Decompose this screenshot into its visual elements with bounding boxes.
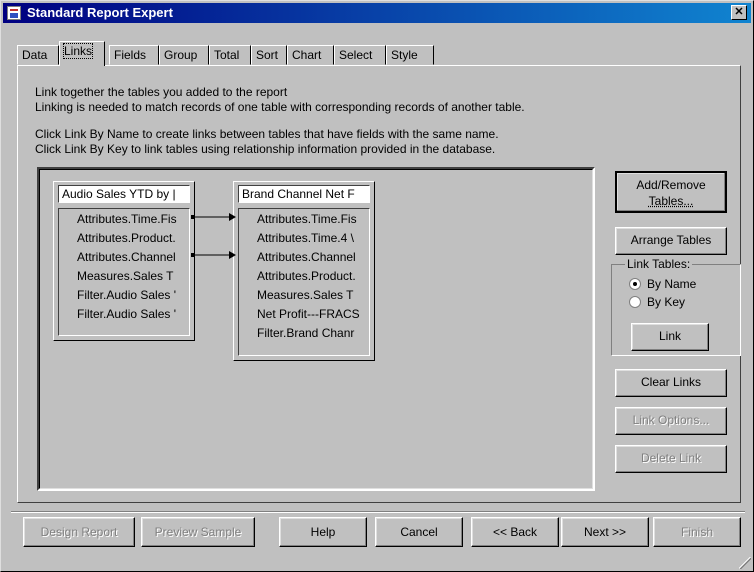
table-box-right[interactable]: Brand Channel Net F Attributes.Time.Fis … <box>233 181 375 361</box>
tab-label: Fields <box>114 48 147 62</box>
cancel-button[interactable]: Cancel <box>375 517 463 547</box>
tab-group[interactable]: Group <box>159 45 209 65</box>
tab-label: Select <box>339 48 373 62</box>
link-canvas[interactable]: Audio Sales YTD by | Attributes.Time.Fis… <box>37 167 595 491</box>
tab-total[interactable]: Total <box>209 45 251 65</box>
table-field[interactable]: Attributes.Channel <box>257 248 369 267</box>
table-box-left[interactable]: Audio Sales YTD by | Attributes.Time.Fis… <box>53 181 195 341</box>
radio-unselected-icon <box>629 296 641 308</box>
clear-links-button[interactable]: Clear Links <box>615 369 727 397</box>
tab-fields[interactable]: Fields <box>109 45 159 65</box>
title-bar[interactable]: Standard Report Expert ✕ <box>3 3 751 23</box>
by-key-label: By Key <box>647 295 686 309</box>
tab-label: Total <box>214 48 240 62</box>
tab-label: Links <box>62 43 94 59</box>
delete-link-button[interactable]: Delete Link <box>615 445 727 473</box>
tab-chart[interactable]: Chart <box>287 45 334 65</box>
table-field[interactable]: Filter.Brand Chanr <box>257 324 369 343</box>
finish-button[interactable]: Finish <box>653 517 741 547</box>
instruction-line: Link together the tables you added to th… <box>35 85 288 99</box>
tab-select[interactable]: Select <box>334 45 386 65</box>
table-field[interactable]: Filter.Audio Sales ' <box>77 286 189 305</box>
tab-sort[interactable]: Sort <box>251 45 287 65</box>
separator <box>11 511 745 513</box>
help-button[interactable]: Help <box>279 517 367 547</box>
close-button[interactable]: ✕ <box>731 5 747 20</box>
report-expert-window: Standard Report Expert ✕ Data Links Fiel… <box>0 0 754 572</box>
tab-label: Data <box>22 48 48 62</box>
table-field[interactable]: Attributes.Time.4 \ <box>257 229 369 248</box>
instruction-line: Click Link By Key to link tables using r… <box>35 142 496 156</box>
window-title: Standard Report Expert <box>27 5 173 20</box>
instruction-line: Click Link By Name to create links betwe… <box>35 127 499 141</box>
table-field[interactable]: Measures.Sales T <box>77 267 189 286</box>
back-button[interactable]: << Back <box>471 517 559 547</box>
preview-sample-button[interactable]: Preview Sample <box>141 517 255 547</box>
radio-selected-icon <box>629 278 641 290</box>
table-field[interactable]: Attributes.Product. <box>77 229 189 248</box>
next-button[interactable]: Next >> <box>561 517 649 547</box>
link-options-button[interactable]: Link Options... <box>615 407 727 435</box>
button-label: Tables... <box>648 194 694 208</box>
table-field[interactable]: Attributes.Channel <box>77 248 189 267</box>
by-name-label: By Name <box>647 277 697 291</box>
tab-label: Style <box>391 48 418 62</box>
table-field-list: Attributes.Time.Fis Attributes.Time.4 \ … <box>238 208 370 356</box>
link-tables-label: Link Tables: <box>625 257 693 271</box>
button-label: Add/Remove <box>636 178 706 192</box>
tab-data[interactable]: Data <box>17 45 59 65</box>
add-remove-tables-button[interactable]: Add/Remove Tables... <box>615 171 727 213</box>
table-title[interactable]: Audio Sales YTD by | <box>58 185 190 203</box>
table-field[interactable]: Filter.Audio Sales ' <box>77 305 189 324</box>
table-field[interactable]: Net Profit---FRACS <box>257 305 369 324</box>
table-field[interactable]: Attributes.Time.Fis <box>77 210 189 229</box>
tab-label: Group <box>164 48 198 62</box>
link-button[interactable]: Link <box>631 323 709 351</box>
table-field[interactable]: Attributes.Time.Fis <box>257 210 369 229</box>
tab-label: Sort <box>256 48 279 62</box>
report-app-icon <box>7 6 21 20</box>
table-field[interactable]: Attributes.Product. <box>257 267 369 286</box>
resize-grip-icon[interactable] <box>739 557 751 569</box>
table-field[interactable]: Measures.Sales T <box>257 286 369 305</box>
tab-links[interactable]: Links <box>59 41 105 66</box>
tab-style[interactable]: Style <box>386 45 434 65</box>
tab-label: Chart <box>292 48 322 62</box>
table-field-list: Attributes.Time.Fis Attributes.Product. … <box>58 208 190 336</box>
arrange-tables-button[interactable]: Arrange Tables <box>615 227 727 255</box>
design-report-button[interactable]: Design Report <box>23 517 135 547</box>
instruction-line: Linking is needed to match records of on… <box>35 100 525 114</box>
table-title[interactable]: Brand Channel Net F <box>238 185 370 203</box>
